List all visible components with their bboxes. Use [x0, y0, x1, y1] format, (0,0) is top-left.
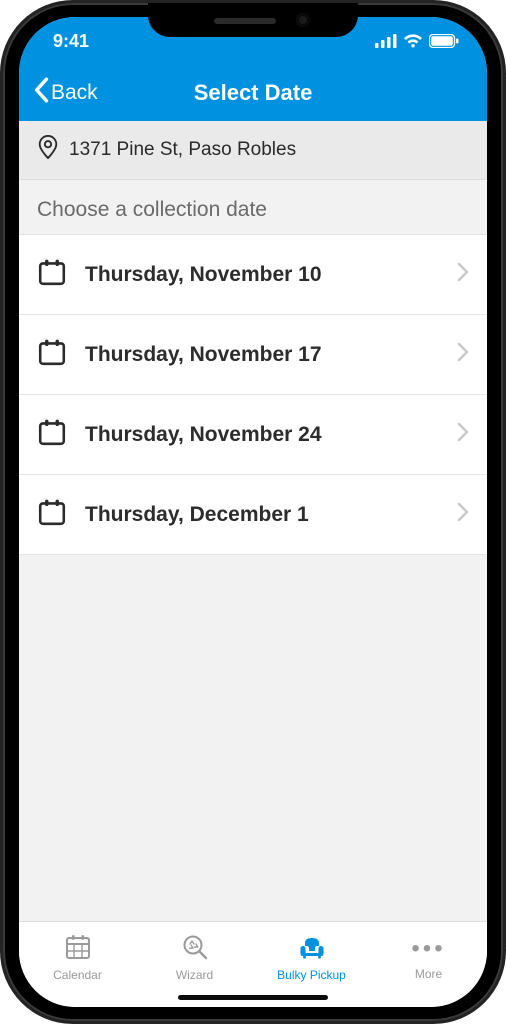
- date-list: Thursday, November 10 Thursday, November…: [19, 235, 487, 555]
- address-text: 1371 Pine St, Paso Robles: [69, 139, 296, 161]
- chevron-left-icon: [33, 77, 49, 109]
- navigation-bar: Back Select Date: [19, 65, 487, 121]
- chevron-right-icon: [457, 502, 469, 527]
- tab-label: More: [415, 967, 442, 981]
- location-pin-icon: [37, 135, 59, 165]
- chevron-right-icon: [457, 342, 469, 367]
- signal-icon: [375, 34, 397, 48]
- screen: 9:41 Back Select Date: [19, 17, 487, 1007]
- battery-icon: [429, 34, 459, 48]
- date-row[interactable]: Thursday, December 1: [19, 475, 487, 555]
- date-label: Thursday, November 10: [85, 263, 439, 287]
- date-row[interactable]: Thursday, November 10: [19, 235, 487, 315]
- tab-label: Calendar: [53, 968, 102, 982]
- date-label: Thursday, November 17: [85, 343, 439, 367]
- tab-more[interactable]: ••• More: [370, 922, 487, 993]
- tab-wizard[interactable]: Wizard: [136, 922, 253, 993]
- calendar-icon: [37, 497, 67, 532]
- status-time: 9:41: [53, 31, 89, 52]
- recycle-search-icon: [181, 933, 209, 964]
- date-row[interactable]: Thursday, November 17: [19, 315, 487, 395]
- armchair-icon: [298, 933, 326, 964]
- tab-calendar[interactable]: Calendar: [19, 922, 136, 993]
- home-indicator[interactable]: [178, 995, 328, 1000]
- calendar-icon: [37, 417, 67, 452]
- calendar-grid-icon: [64, 933, 92, 964]
- wifi-icon: [403, 34, 423, 48]
- date-row[interactable]: Thursday, November 24: [19, 395, 487, 475]
- date-label: Thursday, December 1: [85, 503, 439, 527]
- section-header: Choose a collection date: [19, 180, 487, 235]
- more-dots-icon: •••: [411, 935, 445, 963]
- tab-label: Bulky Pickup: [277, 968, 346, 982]
- calendar-icon: [37, 337, 67, 372]
- device-notch: [148, 3, 358, 37]
- calendar-icon: [37, 257, 67, 292]
- back-button[interactable]: Back: [33, 77, 98, 109]
- date-label: Thursday, November 24: [85, 423, 439, 447]
- chevron-right-icon: [457, 262, 469, 287]
- empty-space: [19, 555, 487, 921]
- tab-bulky-pickup[interactable]: Bulky Pickup: [253, 922, 370, 993]
- chevron-right-icon: [457, 422, 469, 447]
- device-frame: 9:41 Back Select Date: [3, 3, 503, 1021]
- address-bar: 1371 Pine St, Paso Robles: [19, 121, 487, 180]
- back-label: Back: [51, 81, 98, 105]
- tab-label: Wizard: [176, 968, 213, 982]
